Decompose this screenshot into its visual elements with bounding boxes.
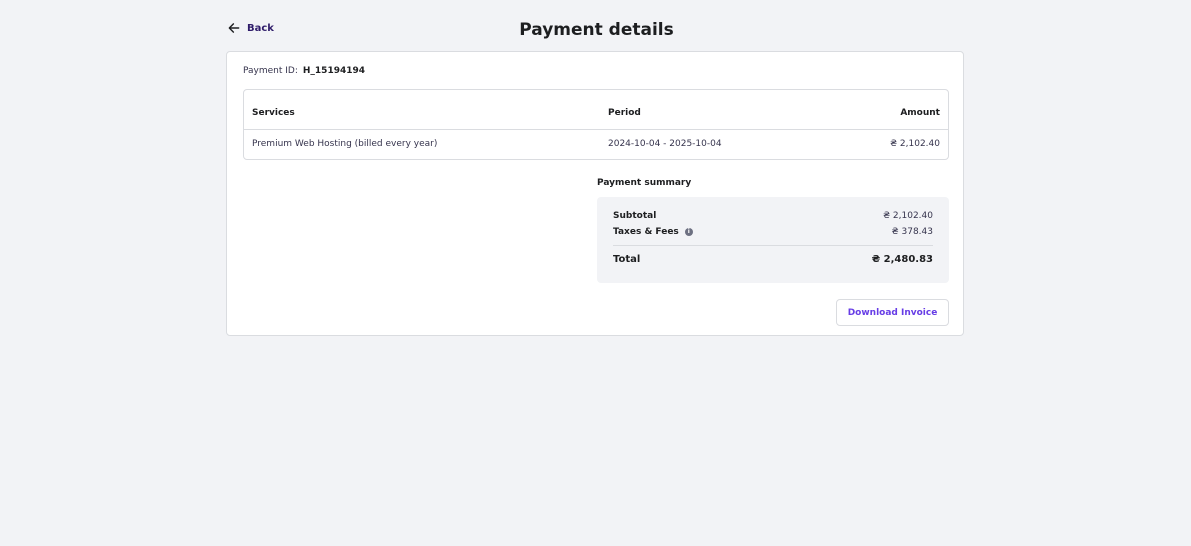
total-row: Total ₴ 2,480.83 bbox=[613, 254, 933, 266]
total-label: Total bbox=[613, 254, 641, 265]
taxes-row: Taxes & Fees i ₴ 378.43 bbox=[613, 226, 933, 238]
table-row: Premium Web Hosting (billed every year) … bbox=[244, 130, 948, 160]
payment-id: Payment ID: H_15194194 bbox=[243, 66, 365, 76]
payment-summary-heading: Payment summary bbox=[597, 178, 692, 188]
taxes-value: ₴ 378.43 bbox=[891, 227, 933, 237]
service-period-cell: 2024-10-04 - 2025-10-04 bbox=[608, 139, 722, 149]
download-invoice-button[interactable]: Download Invoice bbox=[836, 299, 949, 326]
services-table: Services Period Amount Premium Web Hosti… bbox=[243, 89, 949, 160]
subtotal-value: ₴ 2,102.40 bbox=[883, 211, 933, 221]
taxes-label: Taxes & Fees bbox=[613, 227, 679, 237]
subtotal-label: Subtotal bbox=[613, 211, 657, 221]
column-header-services: Services bbox=[252, 108, 295, 118]
info-icon[interactable]: i bbox=[684, 228, 693, 236]
service-name-cell: Premium Web Hosting (billed every year) bbox=[252, 139, 438, 149]
payment-summary-box: Subtotal ₴ 2,102.40 Taxes & Fees i ₴ 378… bbox=[597, 197, 949, 283]
column-header-period: Period bbox=[608, 108, 641, 118]
payment-id-value: H_15194194 bbox=[302, 66, 366, 76]
summary-divider bbox=[613, 245, 933, 246]
table-header-row: Services Period Amount bbox=[244, 90, 948, 130]
page-title: Payment details bbox=[519, 20, 674, 40]
payment-details-card: Payment ID: H_15194194 Services Period A… bbox=[226, 51, 964, 336]
payment-id-label: Payment ID: bbox=[243, 66, 298, 76]
total-value: ₴ 2,480.83 bbox=[871, 254, 933, 265]
subtotal-row: Subtotal ₴ 2,102.40 bbox=[613, 210, 933, 222]
service-amount-cell: ₴ 2,102.40 bbox=[890, 139, 940, 149]
taxes-label-group: Taxes & Fees i bbox=[613, 226, 693, 238]
column-header-amount: Amount bbox=[900, 108, 940, 118]
